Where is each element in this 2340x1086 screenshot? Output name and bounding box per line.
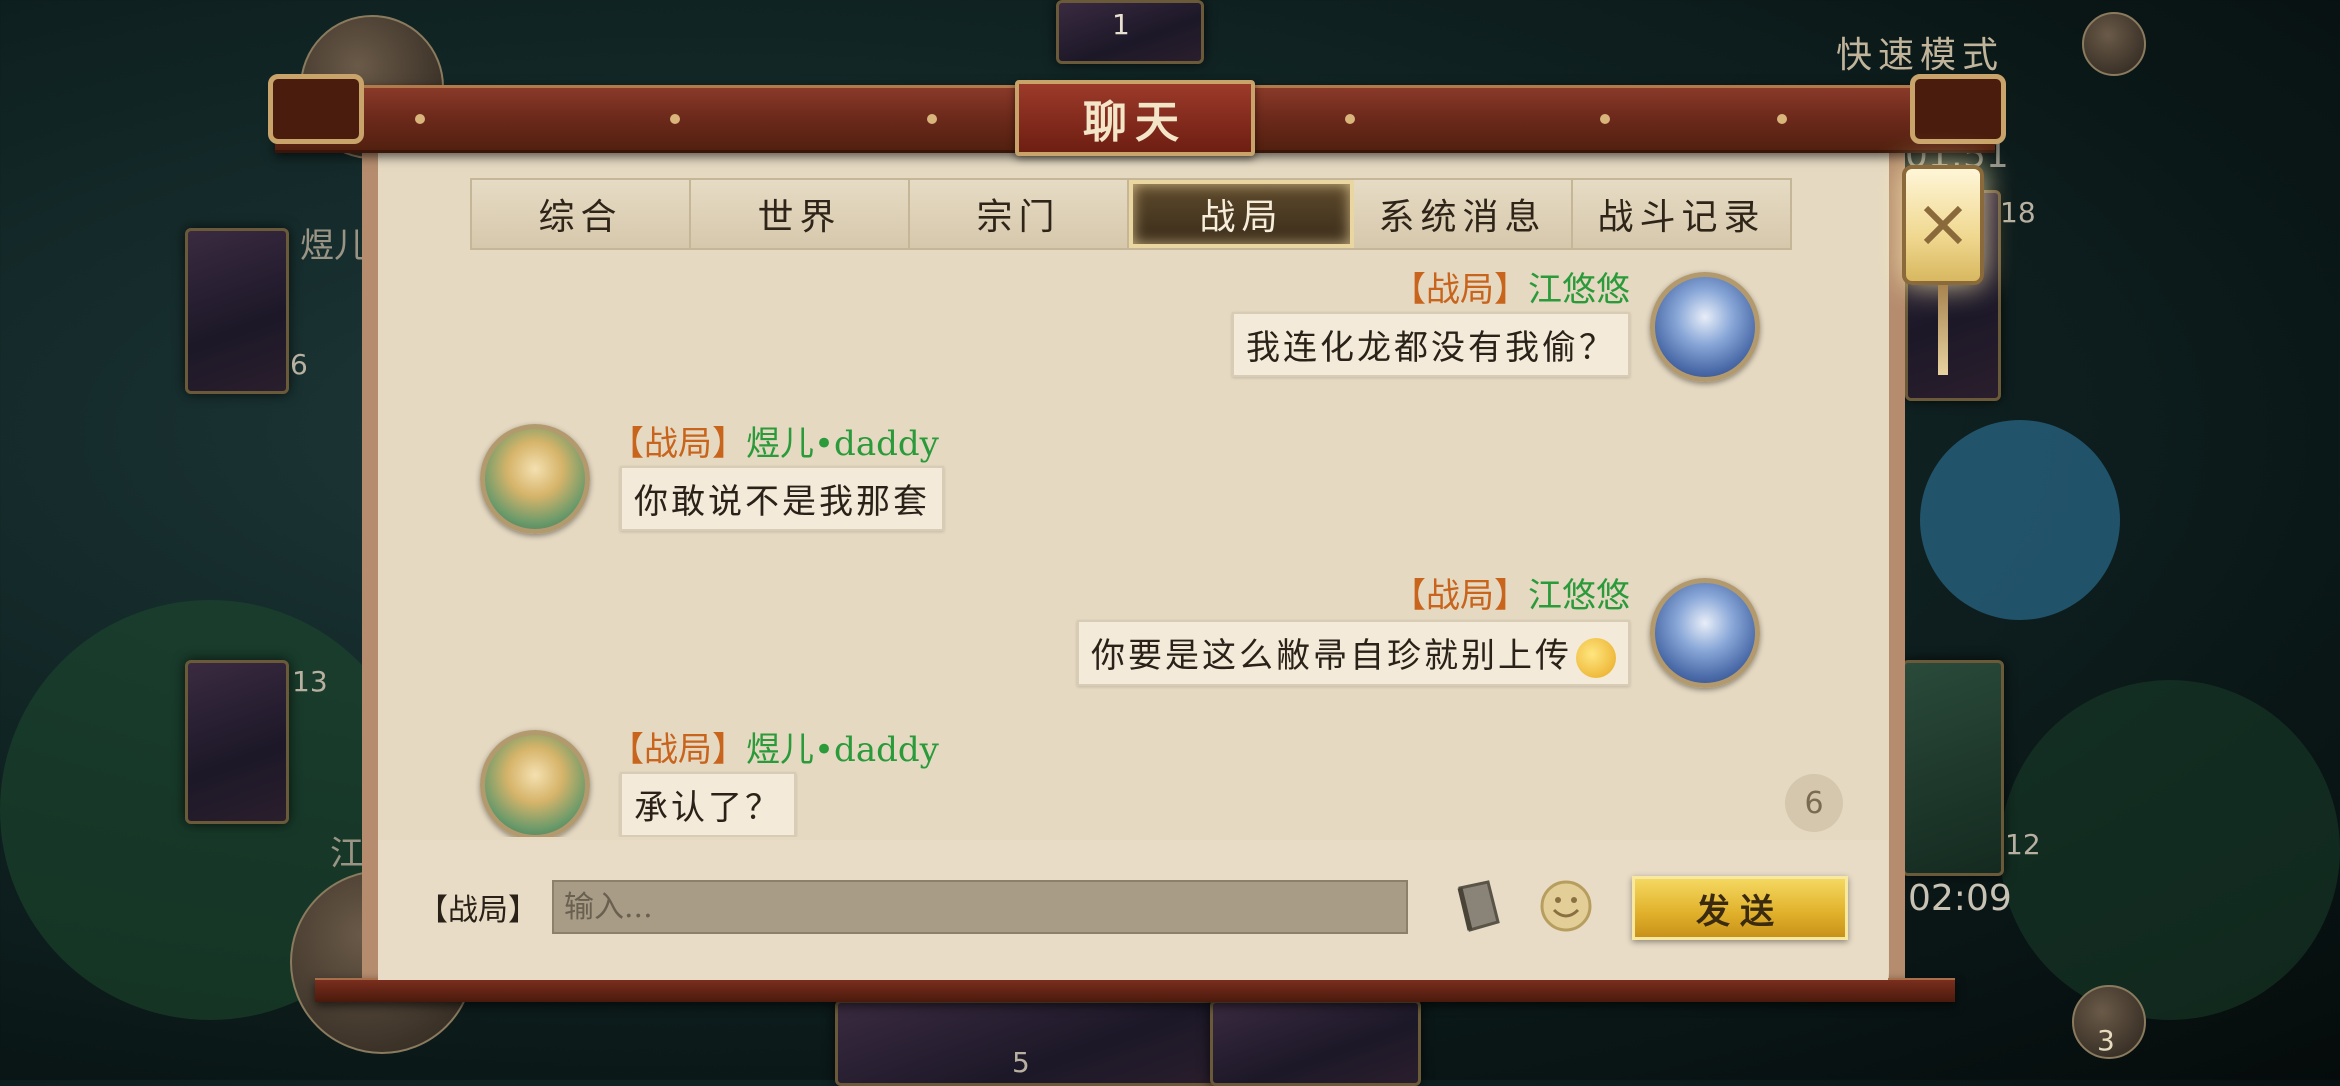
left-player-name: 煜儿	[300, 226, 368, 266]
close-icon	[1923, 205, 1963, 245]
dialog-title: 聊天	[1015, 80, 1255, 156]
chat-input[interactable]	[552, 880, 1408, 934]
tab-battle[interactable]: 战局	[1129, 180, 1354, 248]
channel-tag: 【战局】	[1392, 576, 1528, 616]
top-deck-card[interactable]	[1056, 0, 1204, 64]
corner-ornament	[268, 74, 364, 144]
channel-tag: 【战局】	[610, 730, 746, 770]
left-deck-card[interactable]	[185, 228, 289, 394]
lily-pad	[2000, 680, 2340, 1020]
avatar[interactable]	[480, 730, 590, 837]
menu-scroll-icon[interactable]	[2082, 12, 2146, 76]
message-bubble: 承认了？	[620, 772, 796, 837]
message-header: 【战局】煜儿•daddy	[610, 722, 939, 771]
right-card-count-bottom: 12	[2005, 828, 2041, 861]
left-card-count-top: 6	[290, 348, 308, 381]
message-bubble: 你敢说不是我那套	[620, 466, 944, 531]
right-player-name-partial: 江	[330, 834, 364, 874]
hand-cards[interactable]	[835, 1000, 1241, 1086]
right-deck-card-yinyang[interactable]	[1902, 660, 2004, 876]
right-card-count-top: 18	[2000, 196, 2036, 229]
username[interactable]: 江悠悠	[1528, 270, 1630, 310]
dialog-footer-beam	[315, 978, 1955, 1002]
hand-card[interactable]	[1210, 1000, 1421, 1086]
bottom-right-count: 3	[2097, 1024, 2115, 1057]
lantern-tassel	[1938, 285, 1948, 375]
message-header: 【战局】江悠悠	[1392, 568, 1630, 617]
channel-tag: 【战局】	[610, 424, 746, 464]
left-deck-card[interactable]	[185, 660, 289, 824]
decor-stud	[415, 114, 425, 124]
tab-battle-log[interactable]: 战斗记录	[1573, 180, 1790, 248]
decor-stud	[1777, 114, 1787, 124]
tab-system-messages[interactable]: 系统消息	[1354, 180, 1573, 248]
username[interactable]: 江悠悠	[1528, 576, 1630, 616]
message-bubble: 你要是这么敝帚自珍就别上传	[1077, 620, 1630, 686]
corner-ornament	[1910, 74, 2006, 144]
decor-stud	[670, 114, 680, 124]
water-orb	[1920, 420, 2120, 620]
game-timer: 02:09	[1908, 878, 2012, 919]
left-card-count-bottom: 13	[292, 665, 328, 698]
thinking-emoji-icon	[1576, 638, 1616, 678]
message-header: 【战局】煜儿•daddy	[610, 416, 939, 465]
bottom-card-count: 5	[1012, 1046, 1030, 1079]
message-bubble: 我连化龙都没有我偷？	[1232, 312, 1630, 377]
channel-tag: 【战局】	[1392, 270, 1528, 310]
emoji-picker-icon[interactable]	[1538, 878, 1594, 934]
decor-stud	[1600, 114, 1610, 124]
decor-stud	[1345, 114, 1355, 124]
unread-count-badge[interactable]: 6	[1785, 774, 1843, 832]
message-text: 你要是这么敝帚自珍就别上传	[1091, 636, 1572, 676]
tab-sect[interactable]: 宗门	[910, 180, 1129, 248]
input-channel-label[interactable]: 【战局】	[418, 885, 538, 929]
mode-label: 快速模式	[1836, 35, 2005, 76]
phrasebook-icon[interactable]	[1452, 878, 1506, 934]
send-button[interactable]: 发送	[1632, 876, 1848, 940]
close-button[interactable]	[1902, 165, 1984, 285]
tab-general[interactable]: 综合	[472, 180, 691, 248]
avatar[interactable]	[1650, 578, 1760, 688]
tab-world[interactable]: 世界	[691, 180, 910, 248]
top-card-count: 1	[1112, 8, 1130, 41]
chat-tab-bar: 综合 世界 宗门 战局 系统消息 战斗记录	[470, 178, 1792, 250]
message-header: 【战局】江悠悠	[1392, 262, 1630, 311]
decor-stud	[927, 114, 937, 124]
username[interactable]: 煜儿•daddy	[746, 730, 939, 770]
username[interactable]: 煜儿•daddy	[746, 424, 939, 464]
message-list[interactable]: 【战局】江悠悠 我连化龙都没有我偷？ 【战局】煜儿•daddy 你敢说不是我那套…	[378, 262, 1888, 837]
avatar[interactable]	[1650, 272, 1760, 382]
avatar[interactable]	[480, 424, 590, 534]
